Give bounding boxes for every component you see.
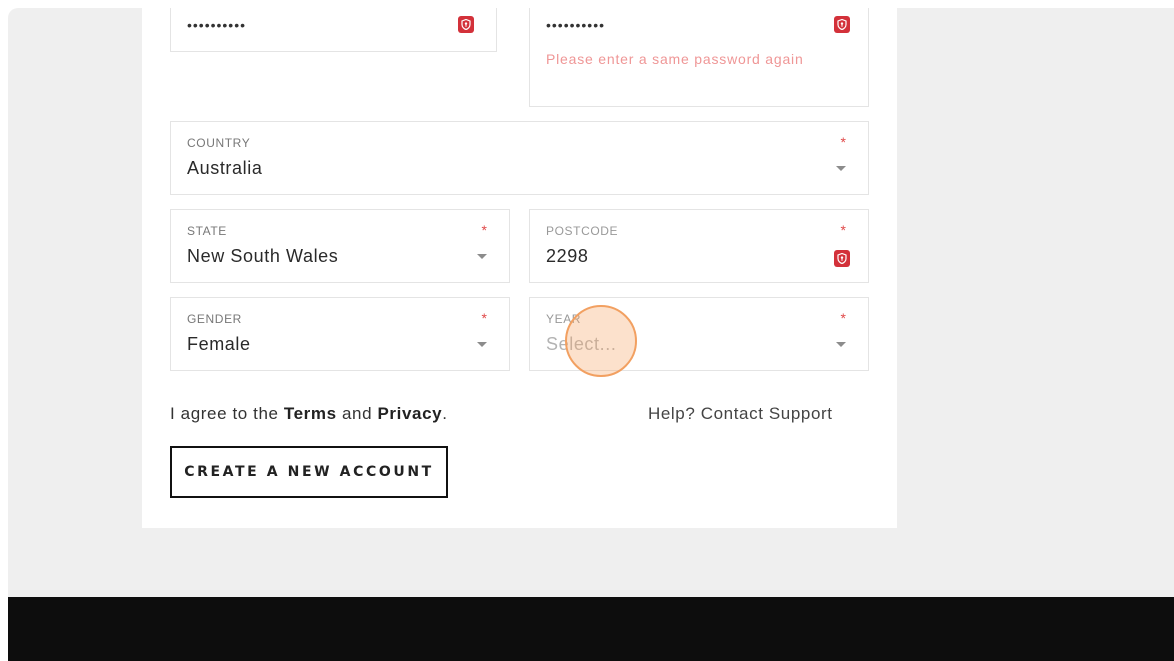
country-select[interactable]: COUNTRY * Australia [170,121,869,195]
terms-prefix: I agree to the [170,404,284,423]
page-background: •••••••••• •••••••••• Please enter a sam… [8,8,1174,661]
shield-key-icon [461,19,471,30]
click-indicator [565,305,637,377]
caret-down-icon [836,166,846,171]
confirm-password-value: •••••••••• [546,17,606,33]
postcode-input[interactable]: POSTCODE * 2298 [529,209,869,283]
state-label: STATE [187,224,227,238]
terms-middle: and [336,404,378,423]
country-value: Australia [187,158,263,178]
contact-support-link[interactable]: Help? Contact Support [648,404,833,424]
confirm-password-field[interactable]: •••••••••• Please enter a same password … [529,8,869,107]
required-marker: * [840,310,846,326]
site-footer [8,597,1174,661]
password-field[interactable]: •••••••••• [170,8,497,52]
required-marker: * [840,134,846,150]
password-manager-icon[interactable] [834,250,850,267]
gender-value: Female [187,334,251,354]
required-marker: * [481,222,487,238]
shield-key-icon [837,19,847,30]
caret-down-icon [477,254,487,259]
shield-key-icon [837,253,847,264]
terms-agreement: I agree to the Terms and Privacy. [170,404,448,424]
password-manager-icon[interactable] [458,16,474,33]
state-select[interactable]: STATE * New South Wales [170,209,510,283]
postcode-value: 2298 [546,246,589,266]
privacy-link[interactable]: Privacy [377,404,442,423]
password-manager-icon[interactable] [834,16,850,33]
state-value: New South Wales [187,246,339,266]
password-mismatch-error: Please enter a same password again [546,51,804,67]
gender-select[interactable]: GENDER * Female [170,297,510,371]
postcode-label: POSTCODE [546,224,619,238]
password-value: •••••••••• [187,17,247,33]
caret-down-icon [477,342,487,347]
terms-link[interactable]: Terms [284,404,337,423]
country-label: COUNTRY [187,136,251,150]
required-marker: * [840,222,846,238]
caret-down-icon [836,342,846,347]
gender-label: GENDER [187,312,242,326]
terms-suffix: . [442,404,448,423]
create-account-button[interactable]: CREATE A NEW ACCOUNT [170,446,448,498]
required-marker: * [481,310,487,326]
